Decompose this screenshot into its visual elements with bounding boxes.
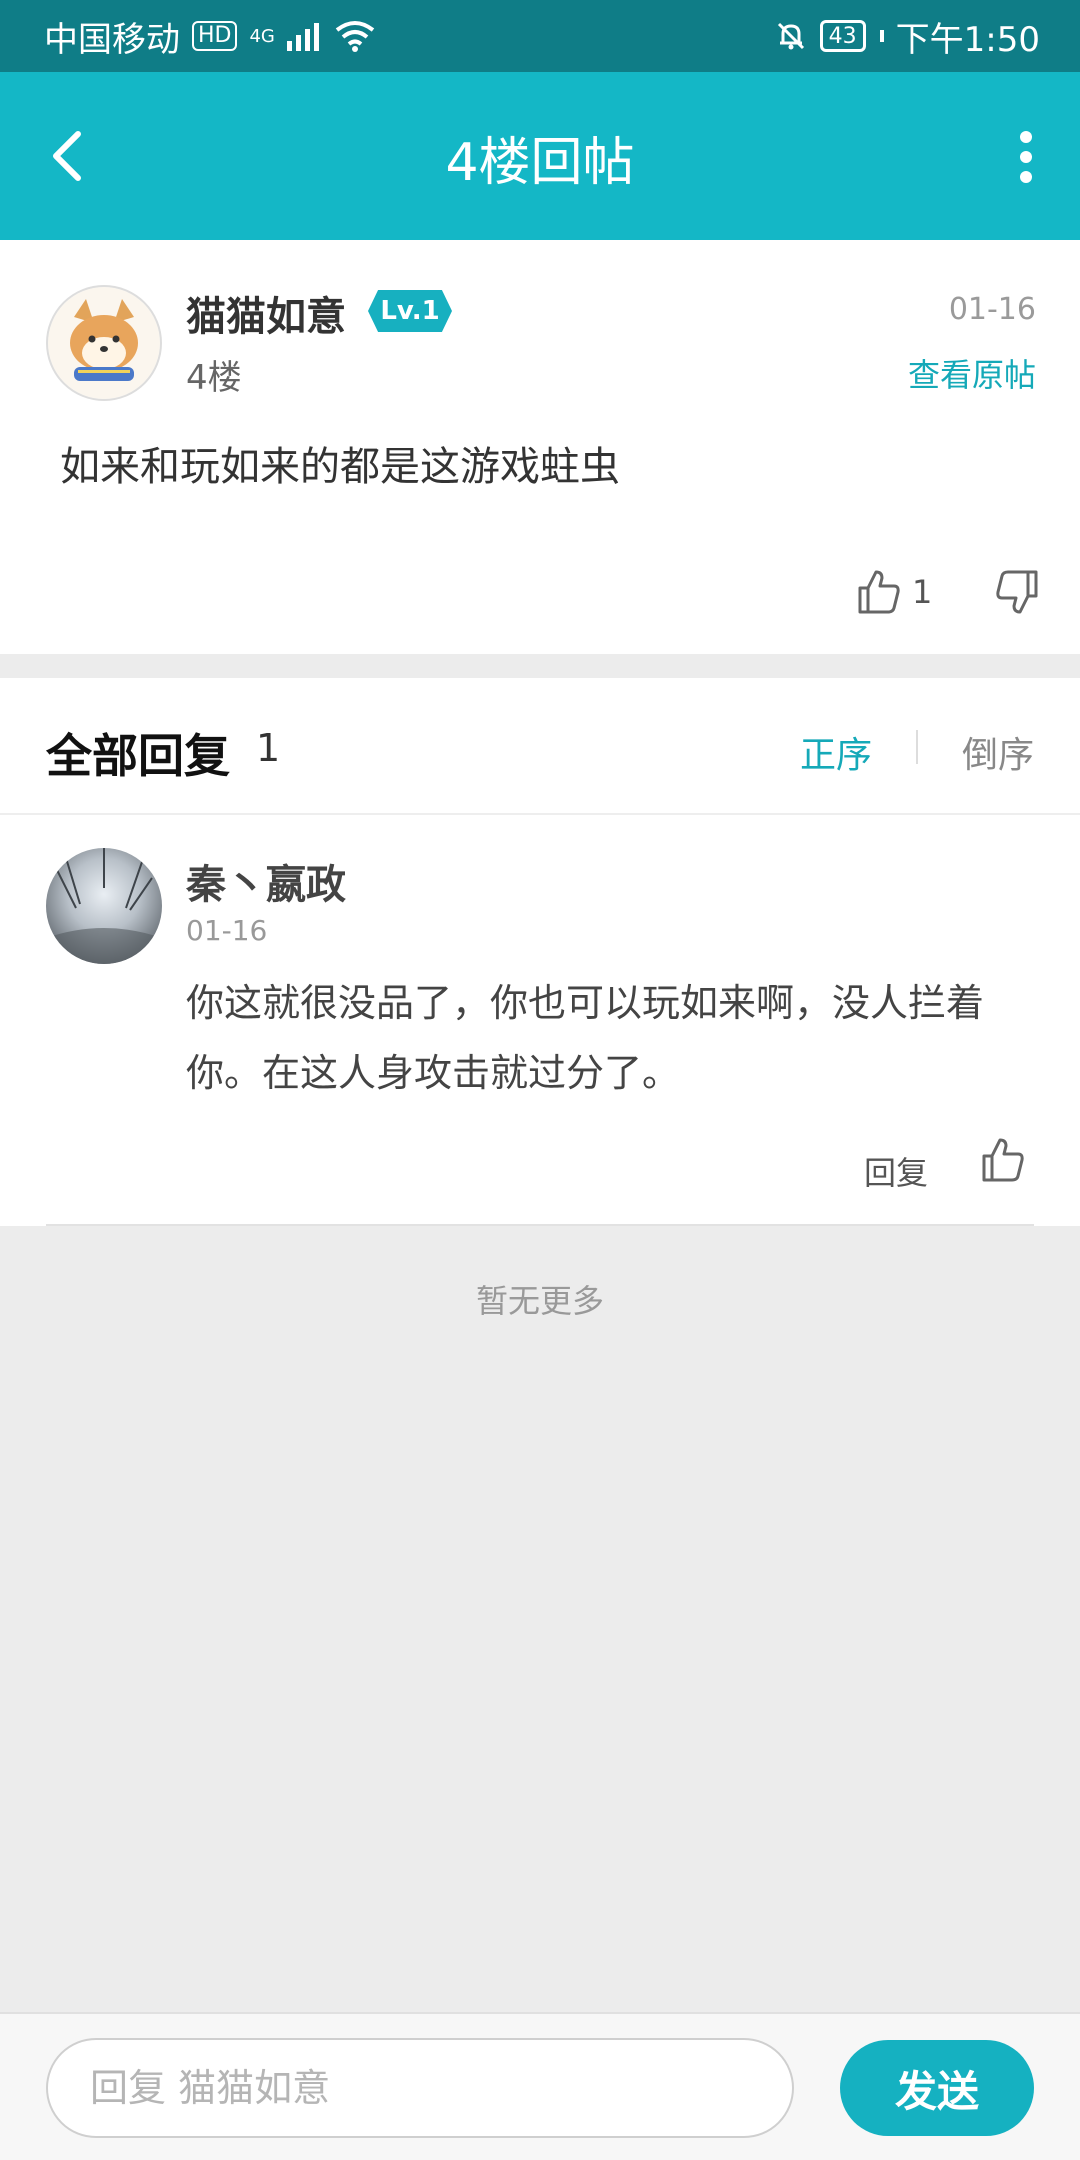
- app-header: 4楼回帖: [0, 72, 1080, 240]
- thumbs-up-icon[interactable]: [980, 1136, 1026, 1184]
- divider: [46, 1224, 1034, 1226]
- avatar[interactable]: [46, 285, 162, 401]
- send-button[interactable]: 发送: [840, 2040, 1034, 2136]
- replies-title: 全部回复: [46, 729, 230, 783]
- sort-descending-tab[interactable]: 倒序: [962, 726, 1034, 778]
- level-badge: Lv.1: [368, 290, 452, 332]
- like-count: 1: [912, 573, 933, 611]
- page-title: 4楼回帖: [445, 133, 635, 193]
- reply-author-name[interactable]: 秦丶嬴政: [186, 852, 346, 910]
- thumbs-up-icon: [858, 570, 900, 614]
- avatar[interactable]: [46, 848, 162, 964]
- reply-composer: 发送: [0, 2012, 1080, 2160]
- battery-icon: 43: [819, 20, 866, 52]
- thumbs-down-icon[interactable]: [994, 568, 1040, 616]
- reply-content: 你这就很没品了，你也可以玩如来啊，没人拦着你。在这人身攻击就过分了。: [186, 981, 985, 1095]
- reply-button[interactable]: 回复: [864, 1148, 928, 1194]
- status-right: 43 下午1:50: [774, 12, 1040, 61]
- sort-ascending-tab[interactable]: 正序: [800, 726, 872, 778]
- carrier-label: 中国移动: [44, 19, 180, 60]
- battery-tip: [879, 30, 884, 42]
- post-card: 猫猫如意 Lv.1 4楼 01-16 查看原帖 如来和玩如来的都是这游戏蛀虫 1: [0, 240, 1080, 654]
- view-original-link[interactable]: 查看原帖: [908, 350, 1036, 396]
- post-content: 如来和玩如来的都是这游戏蛀虫: [60, 444, 620, 490]
- more-options-icon[interactable]: [1018, 130, 1034, 184]
- replies-count: 1: [256, 726, 281, 770]
- status-left: 中国移动 HD 4G: [44, 12, 375, 61]
- post-author-name[interactable]: 猫猫如意: [186, 284, 346, 342]
- status-bar: 中国移动 HD 4G 43 下午1:50: [0, 0, 1080, 72]
- like-button[interactable]: 1: [856, 568, 932, 616]
- network-label: 4G: [249, 25, 275, 47]
- tree-landscape-avatar-icon: [46, 848, 162, 964]
- sort-divider: [916, 730, 918, 764]
- reply-date: 01-16: [186, 914, 268, 947]
- battery-level: 43: [828, 23, 857, 49]
- reply-input[interactable]: [46, 2038, 794, 2138]
- signal-icon: [286, 23, 319, 51]
- replies-section: 全部回复 1 正序 倒序 秦丶嬴政 01-16 你这就很没品了，你也可以玩如来啊…: [0, 678, 1080, 1226]
- no-more-label: 暂无更多: [475, 1282, 604, 1320]
- clock: 下午1:50: [895, 19, 1040, 60]
- hd-badge: HD: [192, 21, 238, 51]
- floor-label: 4楼: [186, 358, 242, 398]
- replies-header: 全部回复 1 正序 倒序: [0, 678, 1080, 815]
- shiba-avatar-icon: [48, 287, 160, 399]
- wifi-icon: [335, 21, 375, 52]
- mute-bell-icon: [777, 22, 804, 50]
- post-date: 01-16: [948, 292, 1036, 327]
